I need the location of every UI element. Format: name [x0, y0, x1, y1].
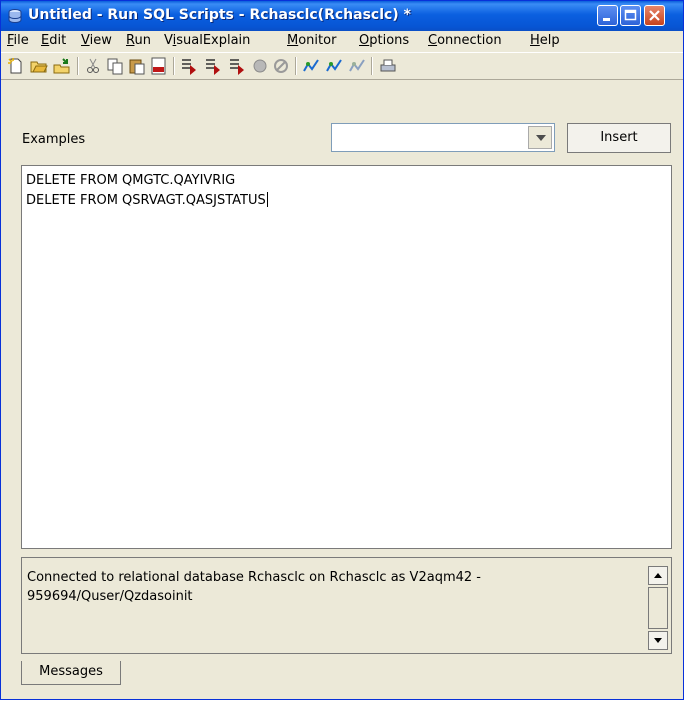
message-line: Connected to relational database Rchascl… [27, 570, 481, 585]
menu-run[interactable]: Run [126, 33, 151, 48]
message-line: 959694/Quser/Qzdasoinit [27, 589, 193, 604]
minimize-icon [603, 18, 610, 21]
menu-visualexplain[interactable]: VisualExplain [164, 33, 250, 48]
window-title: Untitled - Run SQL Scripts - Rchasclc(Rc… [28, 7, 411, 23]
menu-file[interactable]: File [7, 33, 29, 48]
run-from-selected-icon[interactable] [204, 57, 222, 75]
scroll-down-icon[interactable] [648, 631, 668, 650]
toolbar-separator [371, 57, 373, 75]
examples-dropdown[interactable] [331, 123, 555, 152]
menu-view[interactable]: View [81, 33, 112, 48]
messages-pane[interactable]: Connected to relational database Rchascl… [21, 557, 672, 654]
editor-line: DELETE FROM QSRVAGT.QASJSTATUS [26, 192, 268, 208]
new-script-icon[interactable] [7, 57, 25, 75]
menu-help[interactable]: Help [530, 33, 560, 48]
app-window: Untitled - Run SQL Scripts - Rchasclc(Rc… [0, 0, 684, 700]
cut-icon[interactable] [84, 57, 102, 75]
minimize-button[interactable] [597, 5, 618, 26]
database-app-icon [8, 9, 22, 24]
toolbar-separator [295, 57, 297, 75]
close-icon [649, 10, 660, 21]
run-selected-icon[interactable] [228, 57, 246, 75]
menu-bar: File Edit View Run VisualExplain Monitor… [1, 31, 683, 51]
examples-label: Examples [22, 132, 86, 147]
explain-icon[interactable] [302, 57, 320, 75]
menu-connection[interactable]: Connection [428, 33, 502, 48]
save-icon[interactable] [53, 57, 71, 75]
insert-button[interactable]: Insert [567, 123, 671, 153]
print-icon[interactable] [379, 57, 397, 75]
scroll-up-icon[interactable] [648, 566, 668, 585]
stop-icon[interactable] [251, 57, 269, 75]
editor-line: DELETE FROM QMGTC.QAYIVRIG [26, 173, 236, 188]
cancel-icon[interactable] [272, 57, 290, 75]
explain-disabled-icon[interactable] [348, 57, 366, 75]
run-all-icon[interactable] [180, 57, 198, 75]
chevron-down-icon[interactable] [528, 126, 552, 149]
toolbar-separator [77, 57, 79, 75]
messages-scrollbar[interactable] [648, 566, 668, 650]
insert-sql-icon[interactable] [150, 57, 168, 75]
title-bar[interactable]: Untitled - Run SQL Scripts - Rchasclc(Rc… [1, 1, 683, 31]
toolbar-separator [173, 57, 175, 75]
maximize-icon [624, 9, 637, 21]
toolbar [1, 52, 683, 80]
text-caret [266, 192, 268, 207]
paste-icon[interactable] [128, 57, 146, 75]
run-and-explain-icon[interactable] [325, 57, 343, 75]
copy-icon[interactable] [106, 57, 124, 75]
sql-editor[interactable]: DELETE FROM QMGTC.QAYIVRIG DELETE FROM Q… [21, 165, 672, 549]
scroll-thumb[interactable] [648, 587, 668, 629]
maximize-button[interactable] [620, 5, 641, 26]
menu-options[interactable]: Options [359, 33, 409, 48]
messages-text: Connected to relational database Rchascl… [27, 568, 627, 606]
tab-messages[interactable]: Messages [21, 661, 121, 685]
open-icon[interactable] [30, 57, 48, 75]
menu-monitor[interactable]: Monitor [287, 33, 336, 48]
menu-edit[interactable]: Edit [41, 33, 66, 48]
close-button[interactable] [644, 5, 665, 26]
